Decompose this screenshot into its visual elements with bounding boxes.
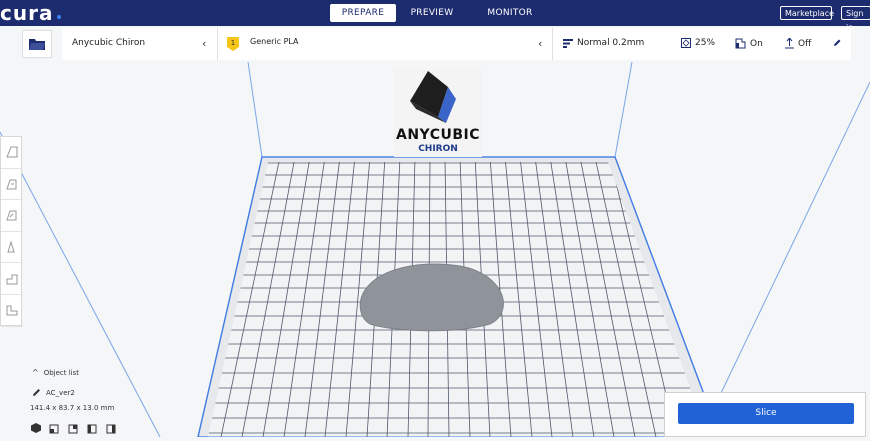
profile-label: Normal 0.2mm bbox=[577, 38, 645, 48]
object-list-toggle[interactable]: ^ Object list bbox=[32, 368, 79, 377]
view-buttons bbox=[30, 422, 118, 434]
3d-view-icon[interactable] bbox=[30, 422, 42, 434]
per-model-settings-icon bbox=[6, 274, 18, 285]
tab-prepare[interactable]: PREPARE bbox=[330, 4, 396, 22]
folder-icon bbox=[29, 39, 45, 50]
viewport[interactable]: ANYCUBIC CHIRON bbox=[0, 61, 870, 438]
slice-button[interactable]: Slice bbox=[678, 403, 854, 424]
printer-name: Anycubic Chiron bbox=[72, 38, 146, 48]
chevron-left-icon: ‹ bbox=[538, 37, 543, 50]
move-tool-icon bbox=[6, 146, 18, 158]
slice-panel: Slice bbox=[664, 392, 866, 437]
printer-selector[interactable]: Anycubic Chiron ‹ bbox=[62, 28, 218, 60]
scale-tool[interactable] bbox=[1, 169, 23, 201]
adhesion-icon bbox=[785, 38, 794, 49]
signin-button[interactable]: Sign in bbox=[841, 6, 870, 32]
profile-setting: Normal 0.2mm bbox=[563, 38, 644, 48]
object-dimensions: 141.4 x 83.7 x 13.0 mm bbox=[30, 404, 115, 412]
logo-model: CHIRON bbox=[418, 144, 458, 154]
mirror-tool-icon bbox=[7, 241, 15, 253]
infill-icon bbox=[681, 38, 691, 48]
material-badge-icon: 1 bbox=[227, 37, 239, 51]
stage-tabs: PREPARE PREVIEW MONITOR bbox=[330, 4, 552, 22]
tab-monitor[interactable]: MONITOR bbox=[468, 4, 552, 22]
chevron-up-icon: ^ bbox=[32, 368, 39, 377]
tool-strip bbox=[0, 136, 23, 327]
logo-dot bbox=[57, 15, 61, 19]
right-view-icon[interactable] bbox=[106, 422, 118, 434]
adhesion-label: Off bbox=[798, 38, 812, 49]
support-icon bbox=[735, 38, 746, 49]
top-bar: cura PREPARE PREVIEW MONITOR Marketplace… bbox=[0, 0, 870, 32]
per-model-settings-tool[interactable] bbox=[1, 263, 23, 295]
anycubic-cube-icon bbox=[410, 71, 456, 123]
support-blocker-icon bbox=[6, 305, 18, 316]
front-view-icon[interactable] bbox=[49, 422, 61, 434]
marketplace-button[interactable]: Marketplace bbox=[780, 6, 834, 20]
left-view-icon[interactable] bbox=[87, 422, 99, 434]
tab-preview[interactable]: PREVIEW bbox=[396, 4, 468, 22]
chevron-left-icon: ‹ bbox=[202, 37, 207, 50]
adhesion-setting: Off bbox=[785, 38, 811, 49]
open-file-button[interactable] bbox=[22, 30, 52, 58]
material-selector[interactable]: 1 Generic PLA ‹ bbox=[218, 28, 553, 60]
support-setting: On bbox=[735, 38, 763, 49]
print-settings-panel[interactable]: Normal 0.2mm 25% On Off bbox=[553, 28, 851, 60]
material-name: Generic PLA bbox=[250, 37, 299, 46]
object-name-row[interactable]: AC_ver2 bbox=[32, 388, 75, 397]
layers-icon bbox=[563, 38, 573, 48]
cura-logo: cura bbox=[0, 1, 54, 25]
scale-tool-icon bbox=[6, 179, 17, 190]
top-view-icon[interactable] bbox=[68, 422, 80, 434]
move-tool[interactable] bbox=[1, 137, 23, 169]
rotate-tool-icon bbox=[6, 210, 17, 221]
object-list-header: Object list bbox=[43, 368, 80, 377]
mirror-tool[interactable] bbox=[1, 232, 23, 264]
infill-label: 25% bbox=[695, 38, 716, 48]
infill-setting: 25% bbox=[681, 38, 715, 48]
object-name: AC_ver2 bbox=[46, 388, 75, 397]
support-label: On bbox=[750, 38, 763, 49]
printer-logo-panel: ANYCUBIC CHIRON bbox=[394, 69, 482, 157]
rotate-tool[interactable] bbox=[1, 200, 23, 232]
pencil-icon bbox=[33, 389, 40, 396]
svg-text:1: 1 bbox=[231, 39, 235, 47]
logo-brand: ANYCUBIC bbox=[396, 127, 480, 143]
support-blocker-tool[interactable] bbox=[1, 295, 23, 327]
pencil-icon[interactable] bbox=[833, 39, 841, 47]
